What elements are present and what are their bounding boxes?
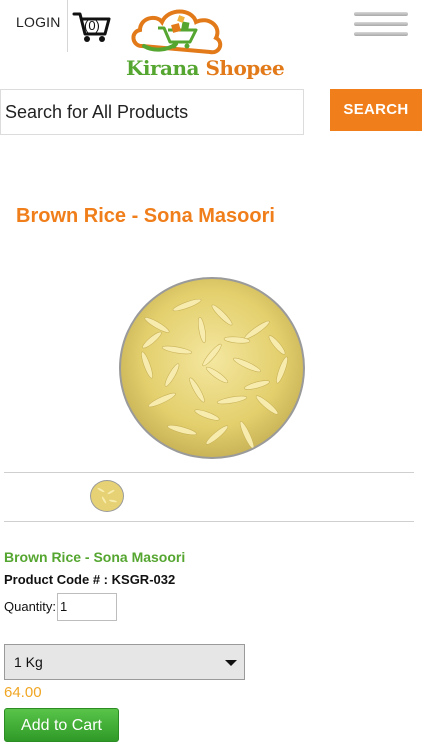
page-title: Brown Rice - Sona Masoori	[16, 205, 275, 227]
divider-top	[4, 472, 414, 473]
product-code: Product Code # : KSGR-032	[4, 572, 175, 587]
logo-text: Kirana Shopee	[126, 56, 285, 80]
quantity-field[interactable]: 1	[57, 593, 117, 621]
login-link[interactable]: LOGIN	[16, 14, 61, 30]
divider-bottom	[4, 521, 414, 522]
product-code-value: KSGR-032	[111, 572, 176, 587]
menu-bar-bottom	[354, 32, 408, 36]
logo-text-shopee: Shopee	[205, 56, 285, 80]
product-thumbnail[interactable]	[89, 479, 125, 513]
header-divider	[67, 0, 68, 52]
add-to-cart-button[interactable]: Add to Cart	[4, 708, 119, 742]
menu-bar-top	[354, 12, 408, 16]
search-button[interactable]: SEARCH	[330, 89, 422, 131]
size-select-value: 1 Kg	[14, 654, 43, 670]
quantity-label: Quantity:	[4, 599, 57, 614]
logo-text-kirana: Kirana	[126, 56, 199, 80]
product-price: 64.00	[4, 684, 42, 701]
size-select[interactable]: 1 Kg	[4, 644, 245, 680]
product-code-label: Product Code # :	[4, 572, 109, 587]
cart-count[interactable]: (0)	[84, 18, 100, 33]
product-image[interactable]	[117, 275, 307, 461]
search-input[interactable]: Search for All Products	[0, 89, 304, 135]
product-page: LOGIN (0) Kirana Shopee Search for All P…	[0, 0, 422, 750]
header: LOGIN (0) Kirana Shopee	[0, 0, 422, 88]
product-name: Brown Rice - Sona Masoori	[4, 549, 186, 565]
menu-bar-middle	[354, 22, 408, 26]
dropdown-arrow-icon	[225, 660, 237, 666]
menu-icon[interactable]	[354, 12, 408, 38]
